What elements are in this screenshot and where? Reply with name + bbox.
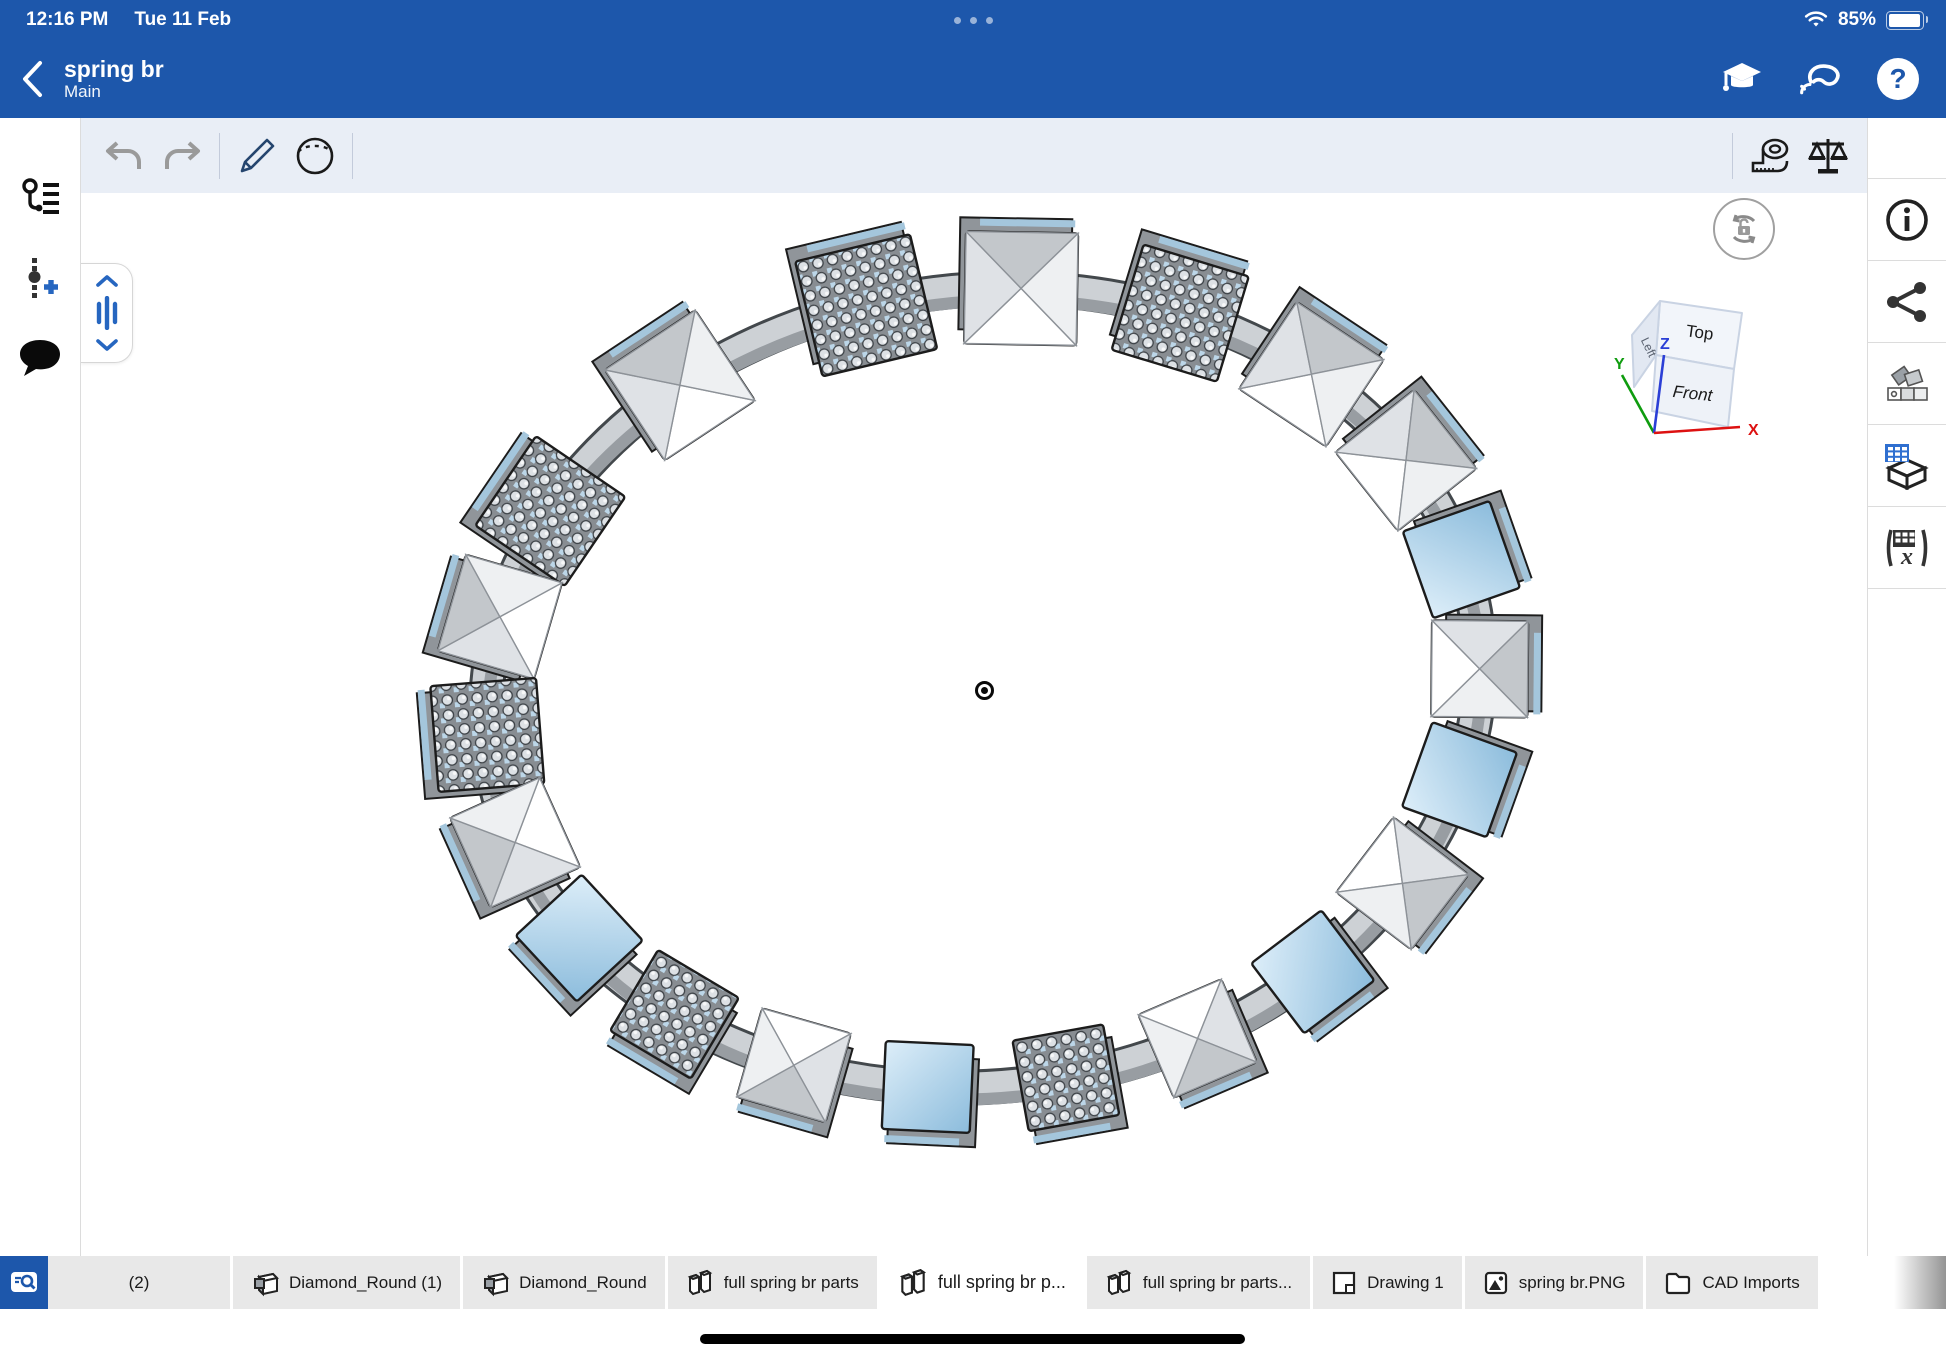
axis-x-label: X	[1748, 422, 1759, 439]
help-icon[interactable]: ?	[1876, 57, 1920, 101]
app-window: 12:16 PM Tue 11 Feb 85% spring br Main	[0, 0, 1946, 1352]
document-tab-bar: (2) Diamond_Round (1) Diamond_Round full…	[0, 1256, 1946, 1309]
chevron-down-icon[interactable]	[96, 339, 118, 352]
assembly-icon	[686, 1268, 714, 1298]
undo-icon[interactable]	[95, 127, 153, 185]
chevron-up-icon[interactable]	[96, 274, 118, 287]
workspace-name: Main	[64, 82, 164, 102]
canvas-toolbar	[81, 118, 1867, 193]
axis-z-label: Z	[1660, 336, 1670, 353]
axis-y-label: Y	[1614, 356, 1625, 373]
redo-icon[interactable]	[153, 127, 211, 185]
document-title: spring br	[64, 56, 164, 82]
view-cube[interactable]: Top Front Left Y Z X	[1602, 283, 1767, 453]
feature-panel-handle[interactable]	[81, 263, 133, 363]
svg-text:x: x	[1900, 544, 1913, 570]
tab-diamond-round[interactable]: Diamond_Round	[463, 1256, 665, 1309]
part-studio-icon	[481, 1269, 509, 1297]
view-orientation-icon[interactable]	[286, 127, 344, 185]
tab-drawing-1[interactable]: Drawing 1	[1313, 1256, 1462, 1309]
multitask-dots[interactable]	[0, 0, 1946, 40]
info-icon[interactable]	[1868, 179, 1946, 261]
configurations-icon[interactable]	[1868, 425, 1946, 507]
tab-full-spring-br-parts[interactable]: full spring br parts	[668, 1256, 877, 1309]
status-bar: 12:16 PM Tue 11 Feb 85%	[0, 0, 1946, 40]
bracelet-model[interactable]	[81, 118, 1867, 1256]
drawing-icon	[1331, 1270, 1357, 1296]
filter-slider-icon[interactable]	[95, 296, 119, 330]
tab-overflow-shadow	[1894, 1256, 1946, 1309]
tab-full-spring-br-parts-2[interactable]: full spring br parts...	[1087, 1256, 1310, 1309]
document-header: spring br Main ?	[0, 40, 1946, 118]
feature-list-icon[interactable]	[0, 158, 80, 238]
follow-mode-icon[interactable]	[1798, 57, 1842, 101]
right-toolbar: x	[1867, 118, 1946, 1256]
image-icon	[1483, 1270, 1509, 1296]
model-viewport[interactable]: Top Front Left Y Z X	[81, 118, 1867, 1256]
svg-text:?: ?	[1889, 63, 1906, 94]
origin-marker	[975, 681, 994, 700]
assembly-icon	[1105, 1268, 1133, 1298]
mass-properties-icon[interactable]	[1799, 127, 1857, 185]
search-tabs-button[interactable]	[0, 1256, 48, 1309]
tab-full-spring-br-p-active[interactable]: full spring br p...	[880, 1256, 1084, 1309]
measure-icon[interactable]	[1741, 127, 1799, 185]
part-studio-icon	[251, 1269, 279, 1297]
tab-strip: (2) Diamond_Round (1) Diamond_Round full…	[48, 1256, 1946, 1309]
viewcube-top-label: Top	[1685, 321, 1715, 344]
tab-clipped[interactable]: (2)	[48, 1256, 230, 1309]
back-button[interactable]	[0, 40, 64, 118]
share-icon[interactable]	[1868, 261, 1946, 343]
insert-feature-icon[interactable]	[0, 238, 80, 318]
home-strip	[0, 1309, 1946, 1352]
variables-icon[interactable]: x	[1868, 507, 1946, 589]
left-toolbar	[0, 118, 81, 1256]
assembly-icon	[898, 1267, 928, 1299]
home-indicator[interactable]	[700, 1334, 1245, 1344]
tab-diamond-round-1[interactable]: Diamond_Round (1)	[233, 1256, 460, 1309]
rotation-lock-button[interactable]	[1713, 198, 1775, 260]
sketch-icon[interactable]	[228, 127, 286, 185]
comments-icon[interactable]	[0, 318, 80, 398]
learning-center-icon[interactable]	[1720, 57, 1764, 101]
battery-icon	[1886, 11, 1924, 30]
tab-cad-imports[interactable]: CAD Imports	[1646, 1256, 1817, 1309]
tab-spring-br-png[interactable]: spring br.PNG	[1465, 1256, 1644, 1309]
appearance-icon[interactable]	[1868, 343, 1946, 425]
folder-icon	[1664, 1271, 1692, 1295]
